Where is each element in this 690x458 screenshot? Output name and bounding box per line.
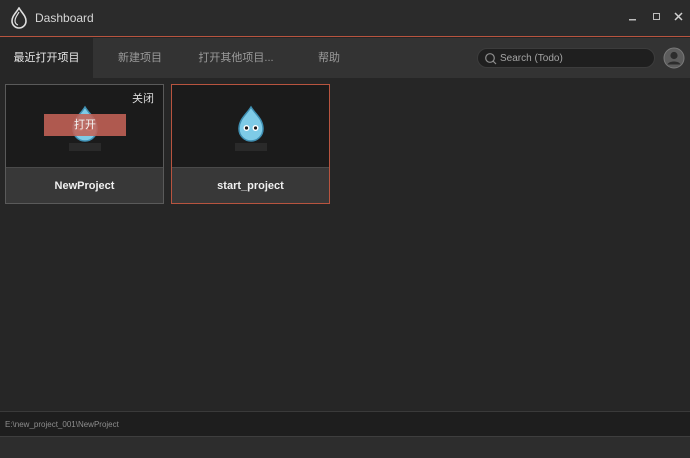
search-icon [485, 53, 497, 65]
search-input[interactable] [500, 50, 650, 66]
tab-help[interactable]: 帮助 [305, 38, 353, 78]
title-bar: Dashboard [0, 0, 690, 37]
project-card-newproject[interactable]: 关闭 打开 NewProject [5, 84, 164, 204]
close-project-button[interactable]: 关闭 [132, 90, 154, 106]
user-avatar-icon[interactable] [663, 47, 685, 69]
tab-open-other-project[interactable]: 打开其他项目... [190, 38, 282, 78]
window-title: Dashboard [35, 11, 94, 25]
project-card-footer: start_project [172, 167, 329, 203]
project-name: start_project [217, 180, 284, 192]
project-card-start-project[interactable]: start_project [171, 84, 330, 204]
project-thumbnail: 关闭 打开 [6, 85, 163, 167]
minimize-icon[interactable] [626, 10, 640, 24]
project-card-footer: NewProject [6, 167, 163, 203]
tab-recent-projects[interactable]: 最近打开项目 [0, 38, 93, 78]
tab-new-project[interactable]: 新建项目 [103, 38, 177, 78]
close-icon[interactable] [672, 10, 686, 24]
search-box[interactable] [477, 48, 655, 68]
status-project-path: E:\new_project_001\NewProject [5, 420, 119, 429]
project-thumbnail [172, 85, 329, 167]
cocos2d-logo-icon [235, 105, 267, 151]
maximize-icon[interactable] [650, 10, 664, 24]
status-bar: E:\new_project_001\NewProject [0, 411, 690, 436]
open-project-button[interactable]: 打开 [44, 114, 126, 136]
bottom-strip [0, 436, 690, 458]
project-name: NewProject [54, 180, 115, 192]
cocos-drop-icon [11, 7, 27, 29]
